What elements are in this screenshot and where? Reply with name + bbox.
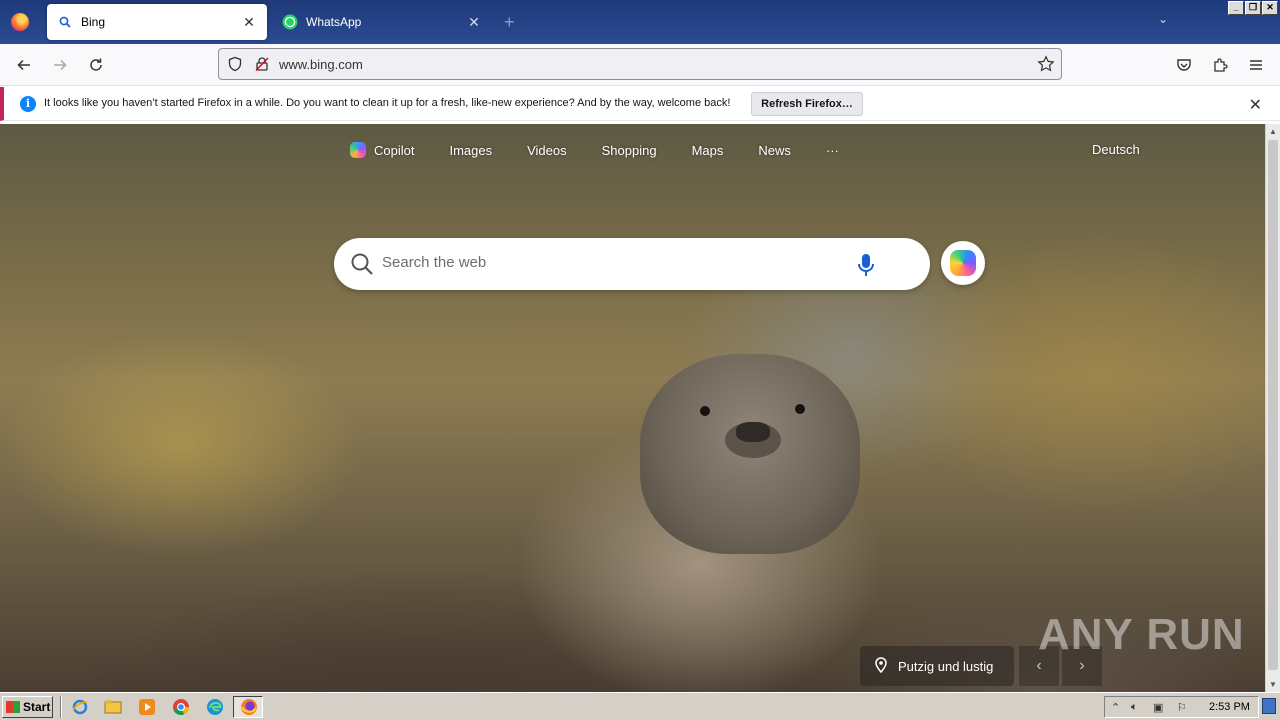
notification-text: It looks like you haven’t started Firefo…: [44, 97, 731, 109]
refresh-firefox-notification: i It looks like you haven’t started Fire…: [0, 87, 1280, 121]
taskbar-divider: [60, 696, 62, 718]
tab-title: WhatsApp: [306, 15, 362, 29]
nav-maps[interactable]: Maps: [692, 143, 724, 158]
system-tray: ⌃ 🔈︎ ▣ ⚐ 2:53 PM: [1104, 696, 1259, 718]
nav-images[interactable]: Images: [449, 143, 492, 158]
shield-icon[interactable]: [227, 56, 243, 75]
forward-arrow-icon[interactable]: [48, 53, 72, 77]
start-label: Start: [23, 700, 51, 714]
tray-expand-icon[interactable]: ⌃: [1111, 701, 1120, 714]
nav-copilot-label: Copilot: [374, 142, 415, 158]
file-explorer-icon[interactable]: [104, 698, 122, 716]
otter-eye: [795, 404, 805, 414]
tab-bing[interactable]: Bing ✕: [47, 4, 267, 40]
copilot-icon: [350, 142, 366, 158]
taskbar-firefox-button[interactable]: [233, 696, 263, 718]
nav-news[interactable]: News: [758, 143, 791, 158]
volume-icon[interactable]: 🔈︎: [1131, 701, 1138, 714]
scrollbar-thumb[interactable]: [1268, 140, 1278, 670]
firefox-icon: [240, 698, 258, 716]
window-controls: _ ❐ ✕: [1228, 1, 1278, 15]
more-options-icon[interactable]: ···: [826, 143, 839, 158]
anyrun-watermark: ANY RUN: [1038, 610, 1245, 659]
close-tab-icon[interactable]: ✕: [241, 14, 257, 31]
extensions-icon[interactable]: [1208, 53, 1232, 77]
otter-eye: [700, 406, 710, 416]
location-pin-icon: [874, 656, 888, 676]
copilot-icon: [950, 250, 976, 276]
pocket-icon[interactable]: [1172, 53, 1196, 77]
action-center-flag-icon[interactable]: ⚐: [1177, 701, 1187, 714]
address-bar[interactable]: www.bing.com: [218, 48, 1062, 80]
search-box[interactable]: [334, 238, 930, 290]
close-tab-icon[interactable]: ✕: [466, 14, 482, 31]
nav-shopping[interactable]: Shopping: [602, 143, 657, 158]
caption-text: Putzig und lustig: [898, 658, 994, 674]
show-desktop-icon[interactable]: [1262, 698, 1276, 714]
desktop-screen: Bing ✕ WhatsApp ✕ + ⌄ _ ❐ ✕ www.bing.com…: [0, 0, 1280, 720]
url-text[interactable]: www.bing.com: [279, 57, 363, 72]
image-caption[interactable]: Putzig und lustig: [860, 646, 1014, 686]
scroll-down-icon[interactable]: ▼: [1269, 680, 1277, 689]
nav-videos[interactable]: Videos: [527, 143, 567, 158]
hamburger-menu-icon[interactable]: [1244, 53, 1268, 77]
bing-top-nav: Copilot Images Videos Shopping Maps News…: [350, 142, 874, 158]
internet-explorer-icon[interactable]: [71, 698, 89, 716]
vertical-scrollbar[interactable]: ▲ ▼: [1265, 124, 1280, 692]
browser-tab-bar: Bing ✕ WhatsApp ✕ + ⌄ _ ❐ ✕: [0, 0, 1280, 44]
search-input[interactable]: [382, 254, 842, 271]
scroll-up-icon[interactable]: ▲: [1269, 127, 1277, 136]
start-button[interactable]: Start: [2, 696, 53, 718]
refresh-firefox-button[interactable]: Refresh Firefox…: [751, 92, 863, 116]
edge-icon[interactable]: [206, 698, 224, 716]
network-icon[interactable]: ▣: [1153, 701, 1163, 714]
otter-nose: [736, 422, 770, 442]
chrome-icon[interactable]: [172, 698, 190, 716]
back-arrow-icon[interactable]: [12, 53, 36, 77]
media-player-icon[interactable]: [138, 698, 156, 716]
restore-icon[interactable]: ❐: [1245, 1, 1261, 15]
search-icon: [57, 14, 73, 30]
reload-icon[interactable]: [84, 53, 108, 77]
minimize-icon[interactable]: _: [1228, 1, 1244, 15]
windows-taskbar: Start ⌃ 🔈︎ ▣ ⚐ 2:53 PM: [0, 692, 1280, 720]
windows-logo-icon: [6, 701, 20, 713]
tab-title: Bing: [81, 15, 106, 29]
search-icon: [350, 252, 374, 279]
microphone-icon[interactable]: [856, 252, 876, 281]
close-window-icon[interactable]: ✕: [1262, 1, 1278, 15]
bookmark-star-icon[interactable]: [1037, 55, 1055, 76]
copilot-button[interactable]: [941, 241, 985, 285]
clock[interactable]: 2:53 PM: [1209, 701, 1250, 713]
firefox-logo-icon[interactable]: [11, 13, 29, 31]
whatsapp-icon: [282, 14, 298, 30]
info-icon: i: [20, 96, 36, 112]
language-link[interactable]: Deutsch: [1092, 142, 1140, 157]
nav-copilot[interactable]: Copilot: [350, 142, 414, 158]
chevron-down-icon[interactable]: ⌄: [1158, 12, 1168, 26]
new-tab-icon[interactable]: +: [504, 12, 515, 33]
bing-homepage: Copilot Images Videos Shopping Maps News…: [0, 124, 1265, 692]
navigation-toolbar: www.bing.com: [0, 44, 1280, 86]
close-icon[interactable]: ✕: [1249, 95, 1262, 115]
insecure-lock-icon[interactable]: [254, 56, 270, 75]
tab-whatsapp[interactable]: WhatsApp ✕: [272, 4, 492, 40]
